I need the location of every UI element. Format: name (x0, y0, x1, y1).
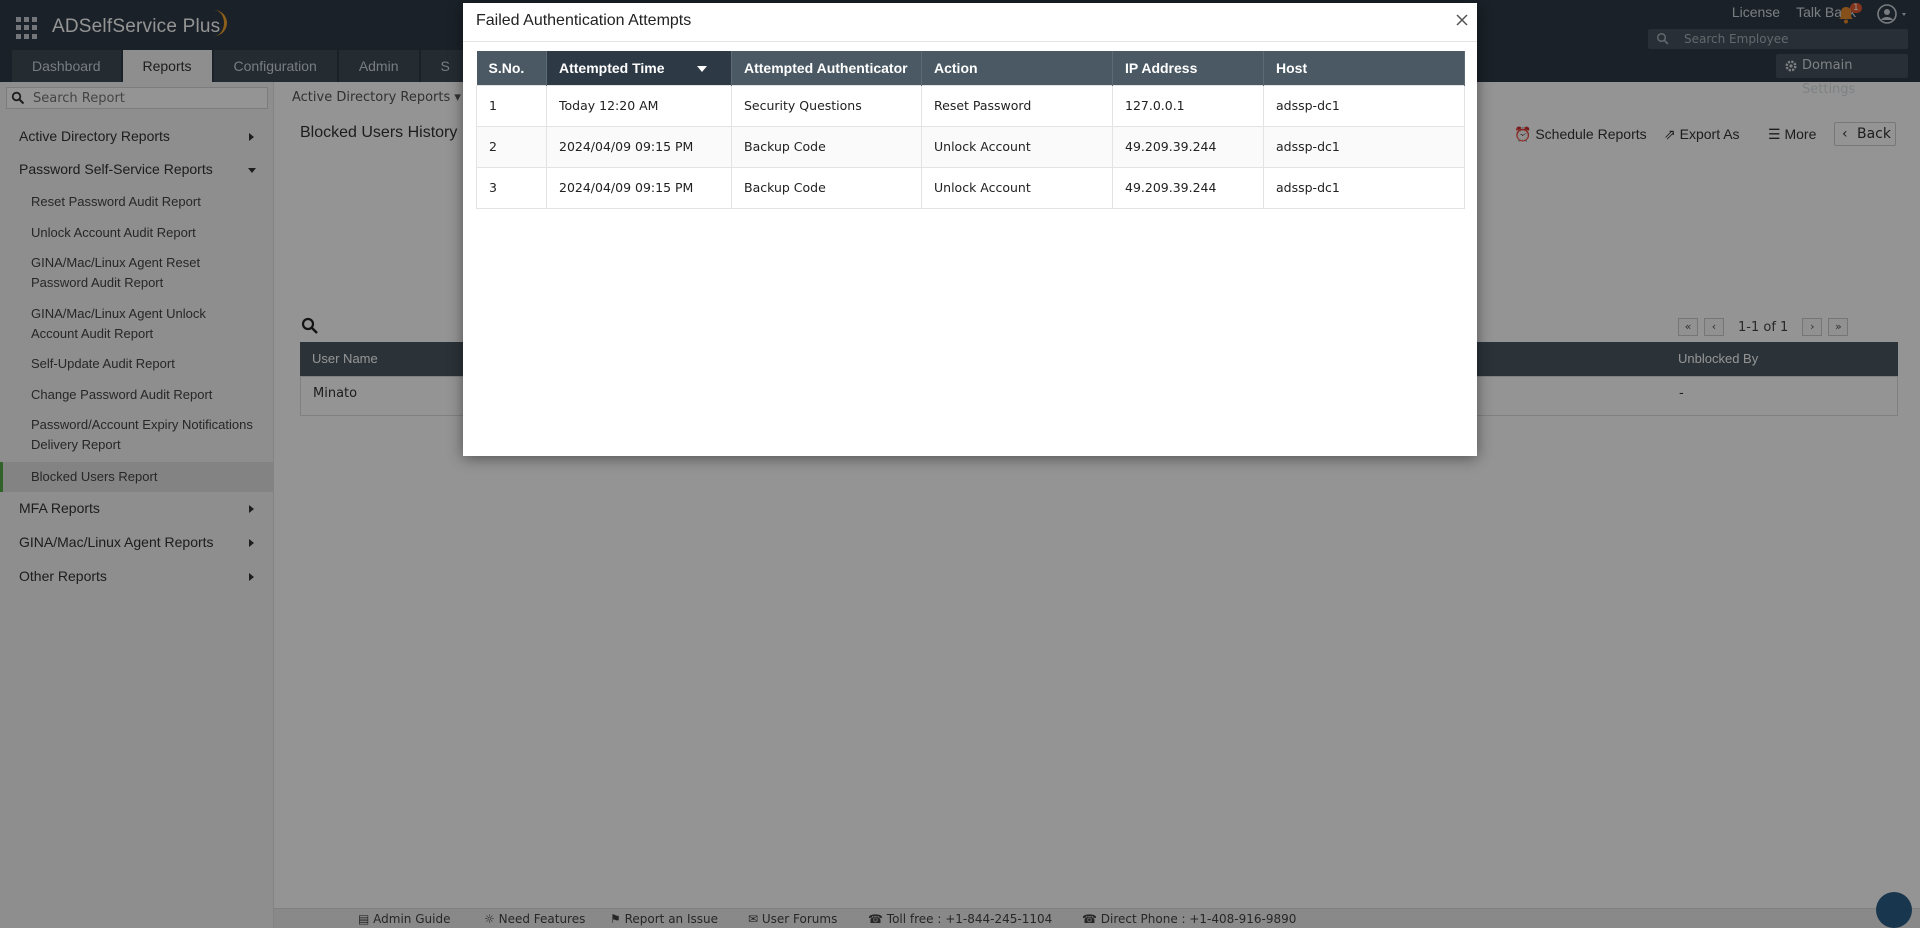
cell-sno: 1 (476, 84, 547, 127)
table-header-row: S.No. Attempted Time Attempted Authentic… (476, 51, 1465, 85)
column-host[interactable]: Host (1263, 51, 1465, 85)
close-icon[interactable] (1454, 12, 1470, 28)
cell-attempted-authenticator: Backup Code (731, 166, 922, 209)
cell-sno: 2 (476, 125, 547, 168)
cell-attempted-time: 2024/04/09 09:15 PM (546, 125, 732, 168)
table-row: 2 2024/04/09 09:15 PM Backup Code Unlock… (476, 125, 1465, 168)
cell-host: adssp-dc1 (1263, 84, 1465, 127)
table-row: 3 2024/04/09 09:15 PM Backup Code Unlock… (476, 166, 1465, 209)
column-attempted-time-label: Attempted Time (559, 59, 665, 76)
cell-sno: 3 (476, 166, 547, 209)
cell-attempted-time: 2024/04/09 09:15 PM (546, 166, 732, 209)
cell-action: Unlock Account (921, 125, 1113, 168)
cell-host: adssp-dc1 (1263, 125, 1465, 168)
cell-action: Reset Password (921, 84, 1113, 127)
failed-authentication-modal: Failed Authentication Attempts S.No. Att… (463, 3, 1477, 456)
cell-attempted-time: Today 12:20 AM (546, 84, 732, 127)
cell-ip-address: 49.209.39.244 (1112, 125, 1264, 168)
cell-host: adssp-dc1 (1263, 166, 1465, 209)
cell-attempted-authenticator: Backup Code (731, 125, 922, 168)
column-sno[interactable]: S.No. (476, 51, 547, 85)
column-action[interactable]: Action (921, 51, 1113, 85)
cell-action: Unlock Account (921, 166, 1113, 209)
column-attempted-authenticator[interactable]: Attempted Authenticator (731, 51, 922, 85)
modal-title: Failed Authentication Attempts (476, 12, 692, 29)
cell-ip-address: 127.0.0.1 (1112, 84, 1264, 127)
cell-attempted-authenticator: Security Questions (731, 84, 922, 127)
modal-divider (463, 41, 1477, 42)
column-ip-address[interactable]: IP Address (1112, 51, 1264, 85)
sort-descending-icon[interactable] (697, 66, 707, 72)
failed-attempts-table: S.No. Attempted Time Attempted Authentic… (476, 51, 1465, 209)
cell-ip-address: 49.209.39.244 (1112, 166, 1264, 209)
table-row: 1 Today 12:20 AM Security Questions Rese… (476, 84, 1465, 127)
column-attempted-time[interactable]: Attempted Time (546, 51, 732, 85)
